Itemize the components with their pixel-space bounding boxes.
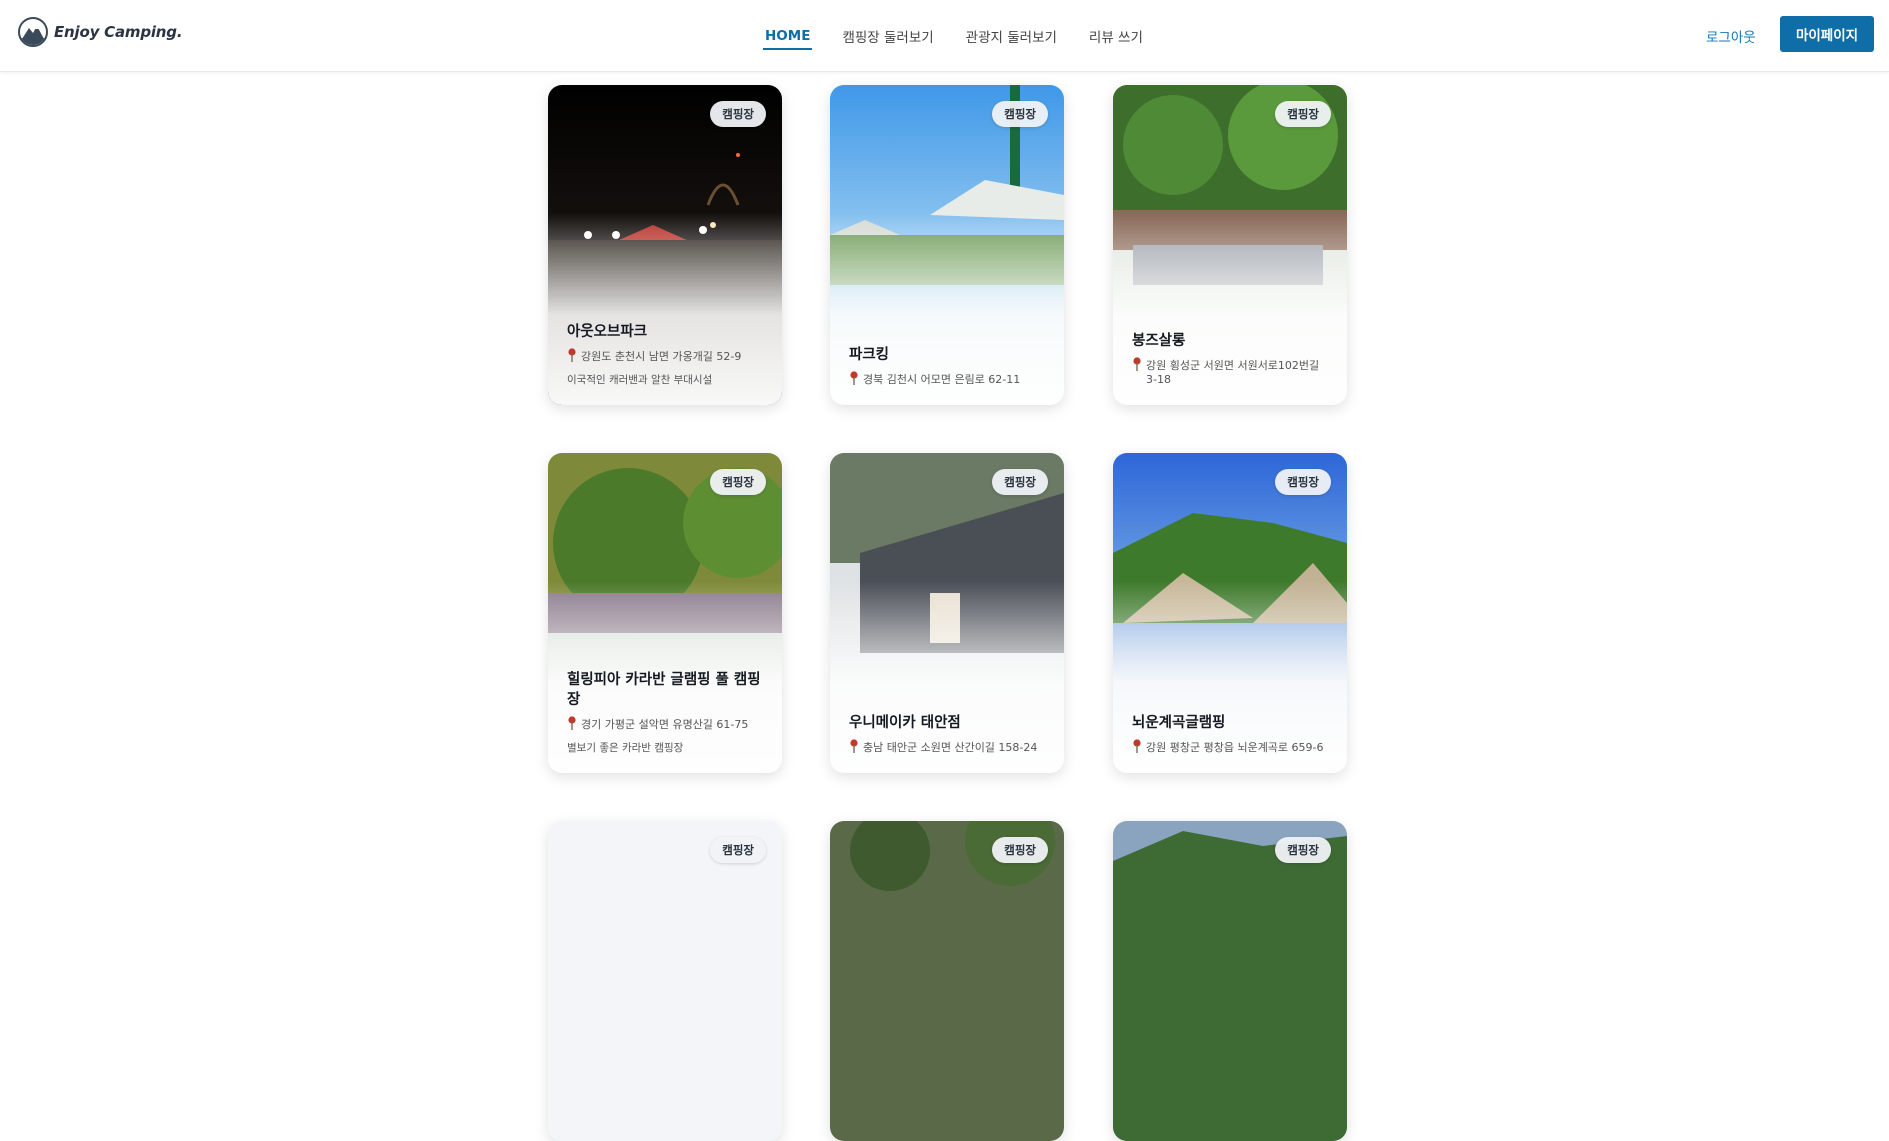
- map-pin-icon: [568, 348, 576, 362]
- category-badge: 캠핑장: [710, 837, 766, 863]
- camp-address: 강원 횡성군 서원면 서원서로102번길 3-18: [1132, 357, 1329, 387]
- logo-text: Enjoy Camping.: [54, 23, 183, 41]
- card-info: 아웃오브파크 강원도 춘천시 남면 가옹개길 52-9 이국적인 캐러밴과 알찬…: [567, 322, 764, 387]
- map-pin-icon: [850, 739, 858, 753]
- camp-name: 뇌운계곡글램핑: [1132, 715, 1226, 731]
- mountain-logo-icon: [18, 17, 48, 47]
- camp-name: 봉즈살롱: [1132, 333, 1186, 349]
- camp-name: 아웃오브파크: [567, 324, 648, 340]
- camp-card[interactable]: 캠핑장 봉즈살롱 강원 횡성군 서원면 서원서로102번길 3-18: [1113, 85, 1347, 405]
- address-text: 경북 김천시 어모면 은림로 62-11: [863, 373, 1021, 386]
- camp-name: 파크킹: [849, 347, 890, 363]
- camp-card[interactable]: 캠핑장: [1113, 821, 1347, 1141]
- card-info: 뇌운계곡글램핑 강원 평창군 평창읍 뇌운계곡로 659-6: [1132, 713, 1329, 755]
- category-badge: 캠핑장: [992, 837, 1048, 863]
- map-pin-icon: [1133, 357, 1141, 371]
- camp-card[interactable]: 캠핑장 우니메이카 태안점 충남 태안군 소원면 산간이길 158-24: [830, 453, 1064, 773]
- camp-address: 강원도 춘천시 남면 가옹개길 52-9: [567, 348, 764, 364]
- address-text: 강원도 춘천시 남면 가옹개길 52-9: [581, 350, 742, 363]
- nav-write-review[interactable]: 리뷰 쓰기: [1089, 0, 1143, 72]
- camp-photo: [1113, 821, 1347, 1141]
- map-pin-icon: [1133, 739, 1141, 753]
- camp-photo: [830, 821, 1064, 1141]
- top-header: Enjoy Camping. HOME 캠핑장 둘러보기 관광지 둘러보기 리뷰…: [0, 0, 1889, 72]
- card-info: 우니메이카 태안점 충남 태안군 소원면 산간이길 158-24: [849, 713, 1046, 755]
- camp-address: 강원 평창군 평창읍 뇌운계곡로 659-6: [1132, 739, 1329, 755]
- camp-name: 우니메이카 태안점: [849, 715, 961, 731]
- camp-address: 충남 태안군 소원면 산간이길 158-24: [849, 739, 1046, 755]
- card-info: 파크킹 경북 김천시 어모면 은림로 62-11: [849, 345, 1046, 387]
- camp-card[interactable]: 캠핑장 힐링피아 카라반 글램핑 풀 캠핑장 경기 가평군 설악면 유명산길 6…: [548, 453, 782, 773]
- camp-name: 힐링피아 카라반 글램핑 풀 캠핑장: [567, 672, 761, 708]
- camp-card[interactable]: 캠핑장 파크킹 경북 김천시 어모면 은림로 62-11: [830, 85, 1064, 405]
- nav-tour-browse[interactable]: 관광지 둘러보기: [966, 0, 1057, 72]
- camp-card[interactable]: 캠핑장: [548, 821, 782, 1141]
- address-text: 강원 평창군 평창읍 뇌운계곡로 659-6: [1146, 741, 1324, 754]
- map-pin-icon: [568, 716, 576, 730]
- camp-description: 이국적인 캐러밴과 알찬 부대시설: [567, 374, 713, 386]
- camp-card[interactable]: 캠핑장: [830, 821, 1064, 1141]
- category-badge: 캠핑장: [1275, 469, 1331, 495]
- card-info: 힐링피아 카라반 글램핑 풀 캠핑장 경기 가평군 설악면 유명산길 61-75…: [567, 670, 764, 755]
- category-badge: 캠핑장: [1275, 837, 1331, 863]
- address-text: 충남 태안군 소원면 산간이길 158-24: [863, 741, 1038, 754]
- category-badge: 캠핑장: [992, 101, 1048, 127]
- nav-home[interactable]: HOME: [762, 0, 813, 72]
- mypage-button[interactable]: 마이페이지: [1780, 16, 1874, 52]
- main-nav: HOME 캠핑장 둘러보기 관광지 둘러보기 리뷰 쓰기: [762, 0, 1175, 72]
- category-badge: 캠핑장: [710, 101, 766, 127]
- address-text: 강원 횡성군 서원면 서원서로102번길 3-18: [1146, 359, 1320, 386]
- logout-link[interactable]: 로그아웃: [1706, 26, 1756, 46]
- logo[interactable]: Enjoy Camping.: [18, 16, 183, 48]
- camp-card[interactable]: 캠핑장 아웃오브파크 강원도 춘천시 남면 가옹개길 52-9 이국적인 캐러밴…: [548, 85, 782, 405]
- map-pin-icon: [850, 371, 858, 385]
- camp-description: 별보기 좋은 카라반 캠핑장: [567, 742, 684, 754]
- category-badge: 캠핑장: [1275, 101, 1331, 127]
- category-badge: 캠핑장: [992, 469, 1048, 495]
- camp-card[interactable]: 캠핑장 뇌운계곡글램핑 강원 평창군 평창읍 뇌운계곡로 659-6: [1113, 453, 1347, 773]
- camp-photo: [548, 821, 782, 1141]
- nav-camping-browse[interactable]: 캠핑장 둘러보기: [842, 0, 933, 72]
- camp-address: 경북 김천시 어모면 은림로 62-11: [849, 371, 1046, 387]
- camp-address: 경기 가평군 설악면 유명산길 61-75: [567, 716, 764, 732]
- card-info: 봉즈살롱 강원 횡성군 서원면 서원서로102번길 3-18: [1132, 331, 1329, 387]
- address-text: 경기 가평군 설악면 유명산길 61-75: [581, 718, 749, 731]
- category-badge: 캠핑장: [710, 469, 766, 495]
